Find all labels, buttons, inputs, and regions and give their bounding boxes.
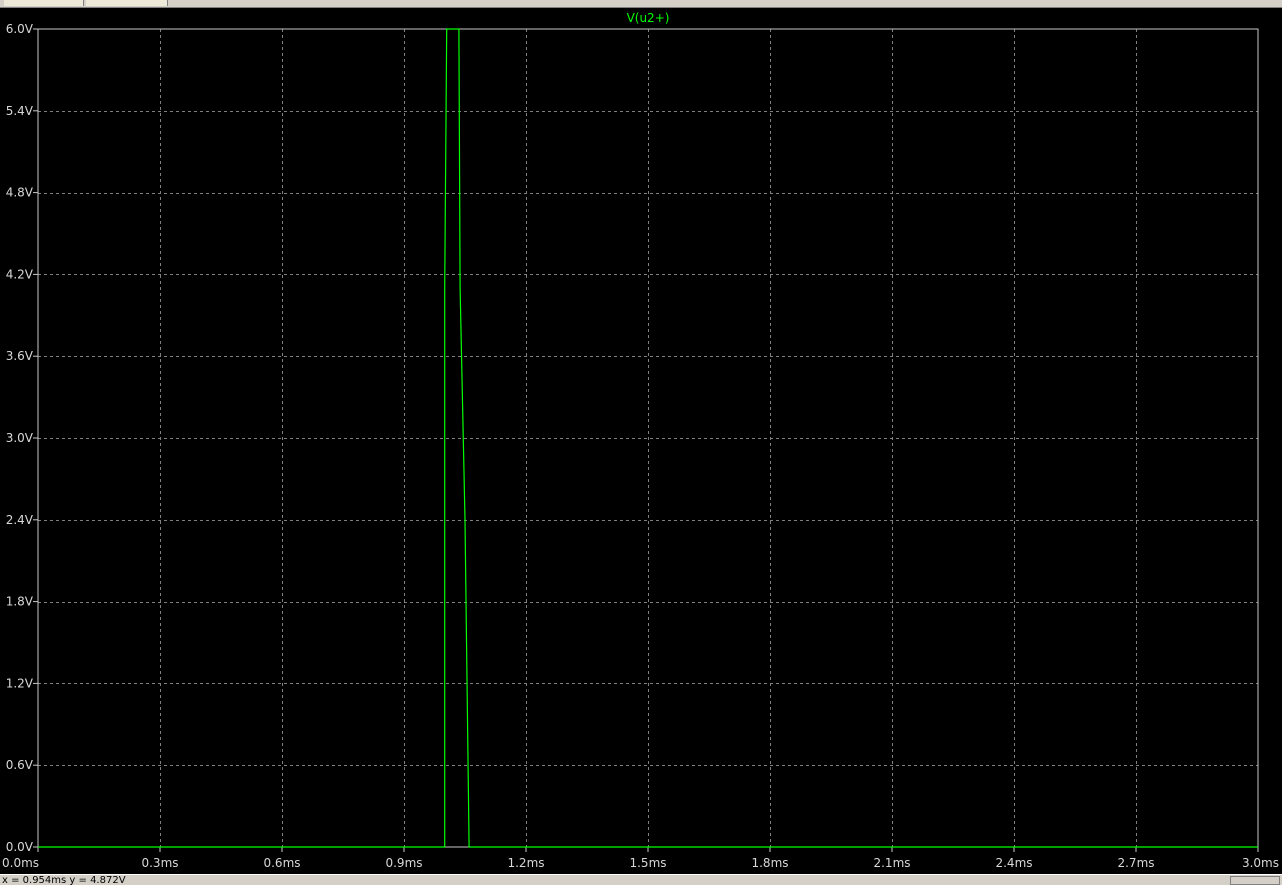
x-tick-label: 3.0ms	[1242, 856, 1279, 870]
y-tick-label: 2.4V	[6, 513, 34, 527]
x-tick-label: 2.1ms	[873, 856, 910, 870]
trace-labels: V(u2+)	[627, 11, 670, 25]
y-tick-label: 3.0V	[6, 431, 34, 445]
trace-label[interactable]: V(u2+)	[627, 11, 670, 25]
x-tick-label: 0.9ms	[385, 856, 422, 870]
x-tick-label: 2.4ms	[995, 856, 1032, 870]
y-tick-label: 6.0V	[6, 22, 34, 36]
x-tick-label: 2.7ms	[1117, 856, 1154, 870]
y-tick-label: 0.6V	[6, 758, 34, 772]
y-tick-label: 4.8V	[6, 186, 34, 200]
status-bar: x = 0.954ms y = 4.872V	[0, 874, 1282, 885]
x-tick-label: 0.3ms	[141, 856, 178, 870]
x-tick-label: 1.8ms	[751, 856, 788, 870]
x-tick-label: 1.2ms	[507, 856, 544, 870]
pane-tab-plot[interactable]	[86, 0, 168, 6]
x-tick-label: 1.5ms	[629, 856, 666, 870]
plot-background	[0, 8, 1282, 874]
x-tick-label: 0.0ms	[2, 856, 39, 870]
cursor-readout: x = 0.954ms y = 4.872V	[2, 875, 126, 885]
status-panel	[1230, 876, 1280, 885]
y-tick-label: 1.2V	[6, 676, 34, 690]
y-tick-label: 5.4V	[6, 104, 34, 118]
window-top-strip	[0, 0, 1282, 8]
y-tick-label: 0.0V	[6, 840, 34, 854]
waveform-viewer-window: 0.0ms 0.3ms 0.6ms 0.9ms 1.2ms 1.5ms 1.8ms 2.1ms…	[0, 0, 1282, 885]
x-tick-label: 0.6ms	[263, 856, 300, 870]
y-tick-label: 1.8V	[6, 595, 34, 609]
y-tick-label: 4.2V	[6, 267, 34, 281]
waveform-plot[interactable]: 0.0ms 0.3ms 0.6ms 0.9ms 1.2ms 1.5ms 1.8ms 2.1ms…	[0, 8, 1282, 874]
pane-tab-schematic[interactable]	[4, 0, 84, 6]
y-tick-label: 3.6V	[6, 349, 34, 363]
